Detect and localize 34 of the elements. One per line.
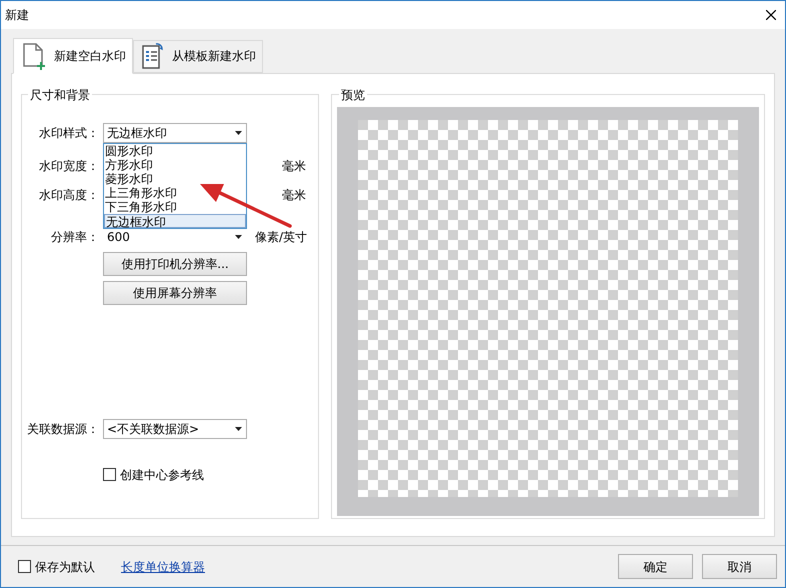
checkbox-label: 保存为默认 xyxy=(35,558,95,576)
dropdown-option[interactable]: 菱形水印 xyxy=(104,172,246,186)
dropdown-option[interactable]: 上三角形水印 xyxy=(104,186,246,200)
field-label: 关联数据源： xyxy=(26,420,99,438)
unit-label: 毫米 xyxy=(282,186,306,204)
caret-icon xyxy=(235,130,242,135)
dropdown-option[interactable]: 下三角形水印 xyxy=(104,200,246,214)
dialog-button[interactable]: 确定 xyxy=(618,554,693,580)
tab[interactable]: 新建空白水印 xyxy=(13,38,133,74)
tab[interactable]: 从模板新建水印 xyxy=(133,40,263,73)
field-label: 水印宽度： xyxy=(38,158,99,175)
field-label: 水印高度： xyxy=(38,186,99,204)
unit-label: 毫米 xyxy=(282,158,306,175)
dropdown-option[interactable]: 无边框水印 xyxy=(104,214,246,228)
caret-icon xyxy=(235,234,242,239)
group-title: 尺寸和背景 xyxy=(29,86,91,104)
dropdown[interactable]: 无边框水印 xyxy=(103,122,247,143)
caret-icon xyxy=(235,426,242,431)
checkbox-label: 创建中心参考线 xyxy=(120,466,204,484)
dropdown-option[interactable]: 方形水印 xyxy=(104,158,246,172)
field-label: 分辨率： xyxy=(50,228,99,246)
group-title: 预览 xyxy=(340,86,366,104)
dialog-button[interactable]: 取消 xyxy=(702,554,777,580)
checkbox[interactable] xyxy=(18,560,31,574)
field-label: 水印样式： xyxy=(38,124,99,142)
close-icon xyxy=(766,10,776,20)
window-title: 新建 xyxy=(5,6,29,24)
dropdown-option[interactable]: 圆形水印 xyxy=(104,144,246,158)
push-button[interactable]: 使用打印机分辨率... xyxy=(103,252,247,276)
converter-link[interactable]: 长度单位换算器 xyxy=(121,558,205,576)
push-button[interactable]: 使用屏幕分辨率 xyxy=(103,280,247,305)
dropdown[interactable]: <不关联数据源> xyxy=(103,418,247,439)
unit-label: 像素/英寸 xyxy=(255,228,308,246)
checkbox[interactable] xyxy=(103,468,116,482)
